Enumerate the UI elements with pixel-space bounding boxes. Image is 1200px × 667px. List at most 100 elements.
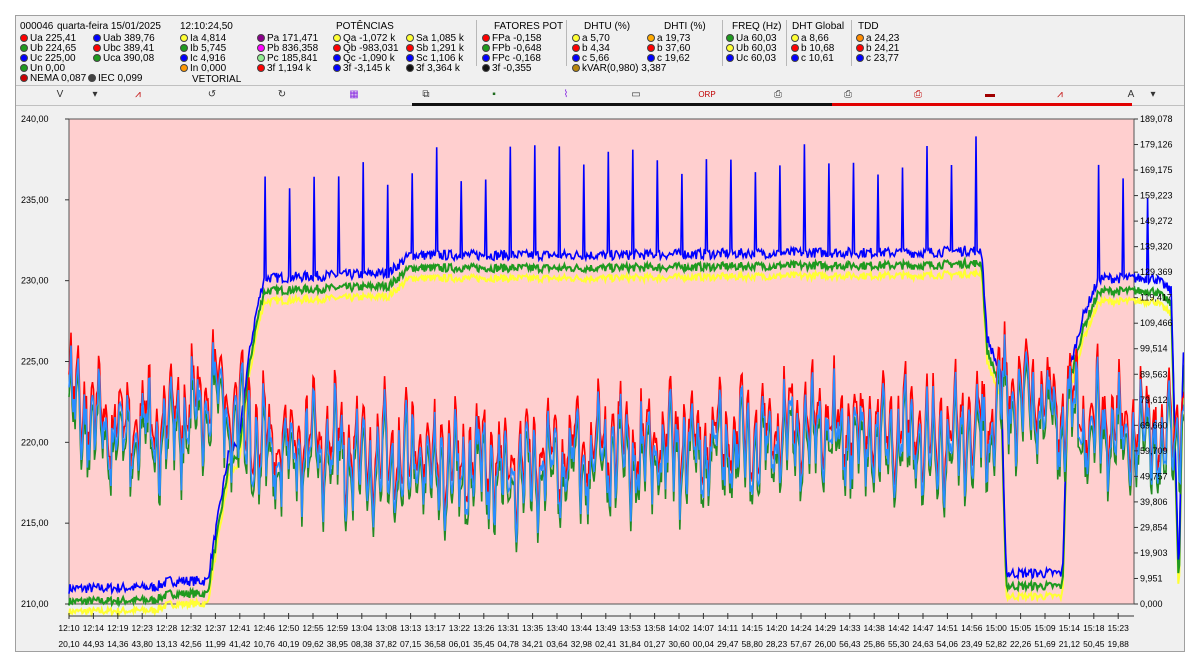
record-icon[interactable]: ▬ [978,87,1002,103]
nema-dot [20,74,28,82]
ic-dot [180,54,188,62]
readings-panel: 000046 quarta-feira 15/01/2025 12:10:24,… [16,16,1184,85]
chart-cursor-2-icon[interactable]: ⩘ [1048,87,1072,103]
print-preview-icon[interactable]: ⎙ [766,87,790,103]
x-tick-label-time: 13:13 [400,623,422,633]
chart-svg[interactable]: 240,00 235,00 230,00 225,00 220,00 215,00 210,… [16,106,1185,652]
x-tick-label-seconds: 20,10 [58,639,80,649]
iec-value: IEC 0,099 [98,73,143,84]
x-tick-label-seconds: 14,36 [107,639,129,649]
x-tick-label-time: 14:51 [937,623,959,633]
pa-dot [257,34,265,42]
x-tick-label-time: 12:10 [58,623,80,633]
x-tick-label-time: 13:53 [620,623,642,633]
kvar-value: kVAR(0,980) 3,387 [582,63,667,74]
fpb-dot [482,44,490,52]
vetorial-button[interactable]: VETORIAL [192,74,241,85]
iec-dot [88,74,96,82]
table-icon[interactable]: ▪ [482,87,506,103]
x-tick-label-time: 14:20 [766,623,788,633]
print-red-icon[interactable]: ⎙ [906,87,930,103]
x-tick-label-time: 12:32 [180,623,202,633]
font-button[interactable]: A [1122,87,1140,103]
y-right-tick-label: 99,514 [1140,344,1168,354]
chart-icon[interactable]: ▦ [342,87,366,103]
x-tick-label-seconds: 22,26 [1010,639,1032,649]
p3f-dot [257,64,265,72]
qc-dot [333,54,341,62]
y-right-tick-label: 69,660 [1140,420,1168,430]
tdd-title: TDD [858,21,879,32]
dhtg-c-value: c 10,61 [801,53,834,64]
document-icon[interactable]: ▭ [624,87,648,103]
y-left-axis: 240,00 235,00 230,00 225,00 220,00 215,00 210,… [21,114,69,609]
dhti-b-dot [647,44,655,52]
freq-uc-dot [726,54,734,62]
undo-icon[interactable]: ↺ [200,87,224,103]
separator [566,20,567,66]
orp-button[interactable]: ORP [692,87,722,103]
date-label: quarta-feira 15/01/2025 [57,21,161,32]
y-right-tick-label: 109,466 [1140,318,1173,328]
x-tick-label-time: 12:37 [205,623,227,633]
print-icon[interactable]: ⎙ [836,87,860,103]
x-tick-label-time: 14:02 [668,623,690,633]
y-right-tick-label: 159,223 [1140,191,1173,201]
pc-dot [257,54,265,62]
x-tick-label-time: 15:18 [1083,623,1105,633]
fatores-title: FATORES POT [494,21,564,32]
waveform-icon[interactable]: ⌇ [554,87,578,103]
chart-area: 240,00 235,00 230,00 225,00 220,00 215,00 210,… [16,106,1185,652]
voltage-mode-dropdown[interactable]: ▾ [88,87,102,103]
y-right-tick-label: 59,709 [1140,446,1168,456]
redo-icon[interactable]: ↻ [270,87,294,103]
x-tick-label-time: 12:55 [302,623,324,633]
voltage-mode-button[interactable]: V [48,87,72,103]
x-tick-label-time: 13:17 [424,623,446,633]
qa-dot [333,34,341,42]
x-tick-label-time: 13:31 [498,623,520,633]
fp3f-dot [482,64,490,72]
x-tick-label-time: 14:38 [864,623,886,633]
chart-cursor-icon[interactable]: ⩘ [126,87,150,103]
x-tick-label-seconds: 08,38 [351,639,373,649]
y-left-tick-label: 240,00 [21,114,49,124]
x-tick-label-seconds: 09,62 [302,639,324,649]
freq-uc-value: Uc 60,03 [736,53,777,64]
x-tick-label-seconds: 25,86 [864,639,886,649]
x-tick-label-seconds: 11,99 [205,639,226,649]
in-value: In 0,000 [190,63,227,74]
x-tick-label-seconds: 50,45 [1083,639,1105,649]
dhtu-a-dot [572,34,580,42]
x-tick-label-seconds: 00,04 [693,639,715,649]
dhtg-a-dot [791,34,799,42]
dhtu-title: DHTU (%) [584,21,631,32]
x-tick-label-time: 13:22 [449,623,471,633]
y-right-tick-label: 49,757 [1140,471,1168,481]
copy-icon[interactable]: ⧉ [414,87,438,103]
freq-ua-dot [726,34,734,42]
x-tick-label-seconds: 13,13 [156,639,178,649]
x-tick-label-seconds: 32,98 [571,639,593,649]
dhti-a-dot [647,34,655,42]
nema-value: NEMA 0,087 [30,73,87,84]
x-tick-label-seconds: 06,01 [449,639,471,649]
uc-dot [20,54,28,62]
dhti-c-dot [647,54,655,62]
y-right-tick-label: 29,854 [1140,522,1168,532]
y-right-tick-label: 189,078 [1140,114,1173,124]
separator [851,20,852,66]
x-tick-label-seconds: 38,95 [327,639,349,649]
x-tick-label-time: 12:28 [156,623,178,633]
ib-dot [180,44,188,52]
x-tick-label-time: 13:08 [376,623,398,633]
font-dropdown[interactable]: ▾ [1146,87,1160,103]
y-right-tick-label: 179,126 [1140,140,1173,150]
separator [722,20,723,66]
tdd-a-dot [856,34,864,42]
x-tick-label-time: 12:46 [254,623,276,633]
kvar-dot [572,64,580,72]
x-tick-label-seconds: 37,82 [376,639,398,649]
x-tick-label-seconds: 54,06 [937,639,959,649]
y-right-tick-label: 89,563 [1140,369,1168,379]
